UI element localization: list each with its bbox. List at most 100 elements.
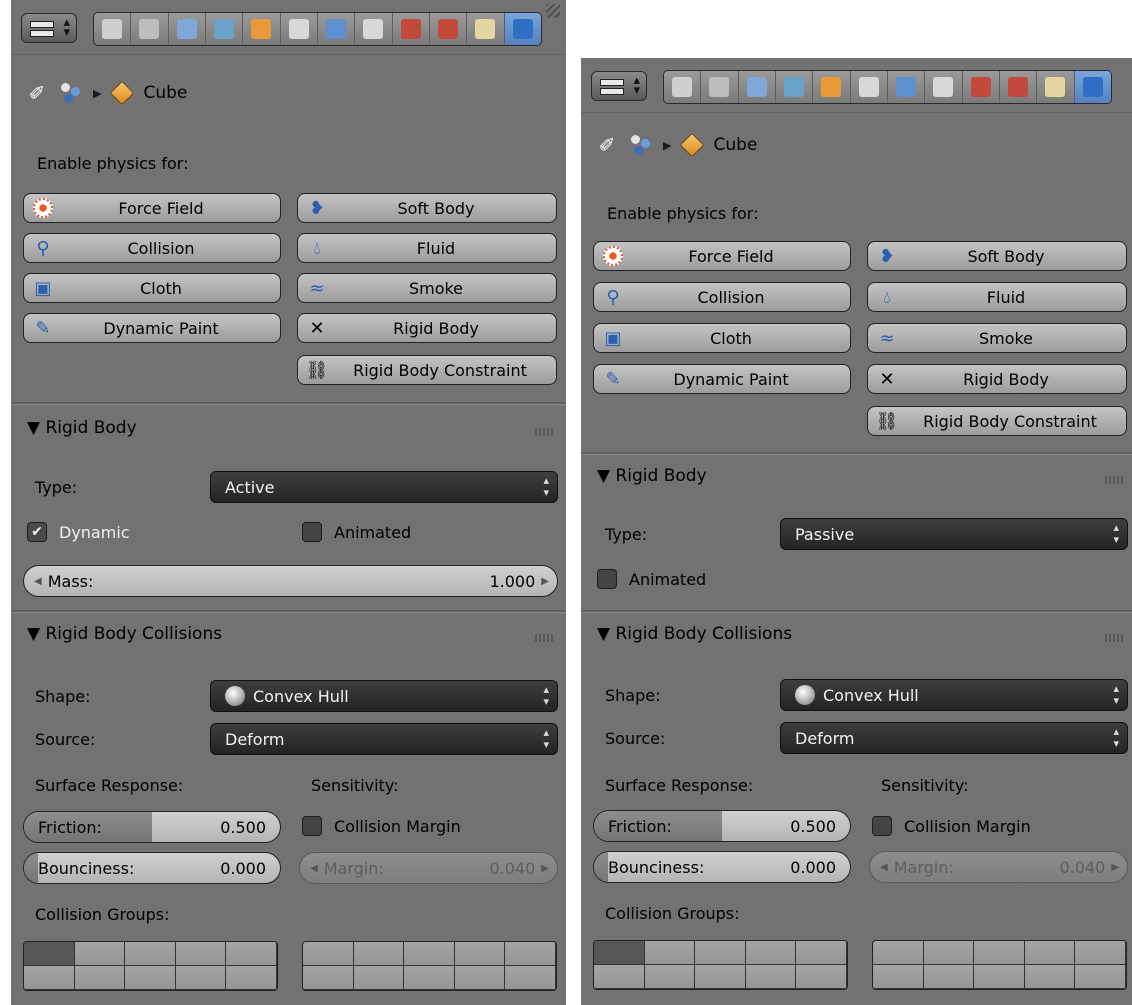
tab-world[interactable] bbox=[776, 71, 814, 103]
collision-groups-grid-a[interactable] bbox=[23, 941, 278, 991]
margin-field: ◀ Margin: 0.040 ▶ bbox=[299, 852, 558, 884]
panel-drag-grip[interactable] bbox=[535, 634, 553, 642]
tab-object[interactable] bbox=[813, 71, 851, 103]
rigid-body-button[interactable]: ✕ Rigid Body bbox=[297, 313, 557, 343]
dynamic-paint-button[interactable]: ✎ Dynamic Paint bbox=[23, 313, 281, 343]
force-field-icon bbox=[32, 197, 54, 219]
source-dropdown[interactable]: Deform ▴ ▾ bbox=[780, 722, 1128, 754]
tab-render-layers[interactable] bbox=[131, 13, 169, 45]
tab-scene[interactable] bbox=[169, 13, 206, 45]
editor-type-button[interactable]: ▴ ▾ bbox=[591, 71, 647, 101]
modifiers-icon bbox=[326, 19, 347, 39]
pin-icon[interactable]: ✐ bbox=[595, 133, 619, 157]
data-icon bbox=[363, 19, 384, 39]
source-dropdown[interactable]: Deform ▴ ▾ bbox=[210, 723, 558, 755]
decrement-icon: ◀ bbox=[880, 861, 888, 873]
animated-checkbox[interactable]: Animated bbox=[597, 569, 706, 589]
scene-icon bbox=[59, 81, 83, 105]
collision-groups-label: Collision Groups: bbox=[35, 905, 170, 924]
increment-icon: ▶ bbox=[1111, 861, 1119, 873]
dynamic-checkbox[interactable]: ✔ Dynamic bbox=[27, 522, 130, 542]
collision-groups-grid-b[interactable] bbox=[872, 940, 1127, 990]
shape-dropdown[interactable]: Convex Hull ▴ ▾ bbox=[780, 679, 1128, 711]
area-corner-handle[interactable] bbox=[546, 4, 560, 18]
tab-modifiers[interactable] bbox=[318, 13, 356, 45]
tab-data[interactable] bbox=[925, 71, 963, 103]
type-dropdown[interactable]: Passive ▴ ▾ bbox=[780, 518, 1128, 550]
tab-texture[interactable] bbox=[430, 13, 468, 45]
tab-physics[interactable] bbox=[1074, 71, 1111, 103]
tab-scene[interactable] bbox=[739, 71, 776, 103]
tab-constraints[interactable] bbox=[851, 71, 888, 103]
rigid-body-constraint-button[interactable]: ⛓ Rigid Body Constraint bbox=[867, 406, 1127, 436]
checkmark-icon: ✔ bbox=[27, 522, 47, 542]
tab-material[interactable] bbox=[963, 71, 1000, 103]
modifiers-icon bbox=[896, 77, 917, 97]
tab-material[interactable] bbox=[393, 13, 430, 45]
collision-icon: ⚲ bbox=[36, 237, 50, 259]
friction-field[interactable]: Friction: 0.500 bbox=[593, 810, 851, 842]
scene-icon bbox=[629, 133, 653, 157]
shape-dropdown[interactable]: Convex Hull ▴ ▾ bbox=[210, 680, 558, 712]
particles-icon bbox=[475, 19, 496, 39]
smoke-button[interactable]: ≈ Smoke bbox=[297, 273, 557, 303]
rigid-body-header[interactable]: ▼ Rigid Body bbox=[597, 466, 707, 486]
tab-constraints[interactable] bbox=[281, 13, 318, 45]
physics-icon bbox=[1082, 77, 1103, 97]
decrement-icon: ◀ bbox=[310, 862, 318, 874]
convex-hull-icon bbox=[795, 685, 815, 705]
bounciness-field[interactable]: Bounciness: 0.000 bbox=[23, 852, 281, 884]
collision-button[interactable]: ⚲ Collision bbox=[23, 233, 281, 263]
tab-modifiers[interactable] bbox=[888, 71, 926, 103]
pin-icon[interactable]: ✐ bbox=[25, 81, 49, 105]
collision-groups-grid-b[interactable] bbox=[302, 941, 557, 991]
force-field-button[interactable]: Force Field bbox=[23, 193, 281, 223]
fluid-button[interactable]: 💧︎ Fluid bbox=[867, 282, 1127, 312]
fluid-button[interactable]: 💧︎ Fluid bbox=[297, 233, 557, 263]
tab-render[interactable] bbox=[664, 71, 702, 103]
smoke-button[interactable]: ≈ Smoke bbox=[867, 323, 1127, 353]
panel-drag-grip[interactable] bbox=[1105, 476, 1123, 484]
collision-groups-grid-a[interactable] bbox=[593, 940, 848, 990]
tab-data[interactable] bbox=[355, 13, 393, 45]
cloth-button[interactable]: ▣ Cloth bbox=[23, 273, 281, 303]
collision-margin-checkbox[interactable]: Collision Margin bbox=[302, 816, 461, 836]
cloth-icon: ▣ bbox=[34, 277, 52, 299]
cloth-button[interactable]: ▣ Cloth bbox=[593, 323, 851, 353]
world-icon bbox=[784, 77, 805, 97]
dynamic-paint-icon: ✎ bbox=[35, 317, 51, 339]
cube-icon bbox=[680, 132, 705, 158]
tab-physics[interactable] bbox=[504, 13, 541, 45]
soft-body-button[interactable]: ❥ Soft Body bbox=[297, 193, 557, 223]
tab-particles[interactable] bbox=[1037, 71, 1075, 103]
rigid-body-button[interactable]: ✕ Rigid Body bbox=[867, 364, 1127, 394]
scene-icon bbox=[176, 19, 197, 39]
cube-icon bbox=[110, 80, 135, 106]
rigid-body-collisions-header[interactable]: ▼ Rigid Body Collisions bbox=[27, 624, 222, 644]
tab-render-layers[interactable] bbox=[701, 71, 739, 103]
breadcrumb-object: Cube bbox=[713, 135, 758, 155]
dynamic-paint-button[interactable]: ✎ Dynamic Paint bbox=[593, 364, 851, 394]
panel-drag-grip[interactable] bbox=[535, 428, 553, 436]
tab-render[interactable] bbox=[94, 13, 132, 45]
friction-field[interactable]: Friction: 0.500 bbox=[23, 811, 281, 843]
rigid-body-collisions-header[interactable]: ▼ Rigid Body Collisions bbox=[597, 624, 792, 644]
tab-particles[interactable] bbox=[467, 13, 505, 45]
editor-type-button[interactable]: ▴ ▾ bbox=[21, 13, 77, 43]
animated-checkbox[interactable]: Animated bbox=[302, 522, 411, 542]
force-field-button[interactable]: Force Field bbox=[593, 241, 851, 271]
tab-object[interactable] bbox=[243, 13, 281, 45]
rigid-body-header[interactable]: ▼ Rigid Body bbox=[27, 418, 137, 438]
material-icon bbox=[400, 19, 421, 39]
collision-margin-checkbox[interactable]: Collision Margin bbox=[872, 816, 1031, 836]
tab-texture[interactable] bbox=[1000, 71, 1038, 103]
rigid-body-constraint-button[interactable]: ⛓ Rigid Body Constraint bbox=[297, 355, 557, 385]
type-dropdown[interactable]: Active ▴ ▾ bbox=[210, 471, 558, 503]
mass-field[interactable]: ◀ Mass: 1.000 ▶ bbox=[23, 565, 558, 597]
panel-drag-grip[interactable] bbox=[1105, 634, 1123, 642]
bounciness-field[interactable]: Bounciness: 0.000 bbox=[593, 851, 851, 883]
properties-header: ▴ ▾ bbox=[581, 58, 1132, 113]
tab-world[interactable] bbox=[206, 13, 244, 45]
soft-body-button[interactable]: ❥ Soft Body bbox=[867, 241, 1127, 271]
collision-button[interactable]: ⚲ Collision bbox=[593, 282, 851, 312]
